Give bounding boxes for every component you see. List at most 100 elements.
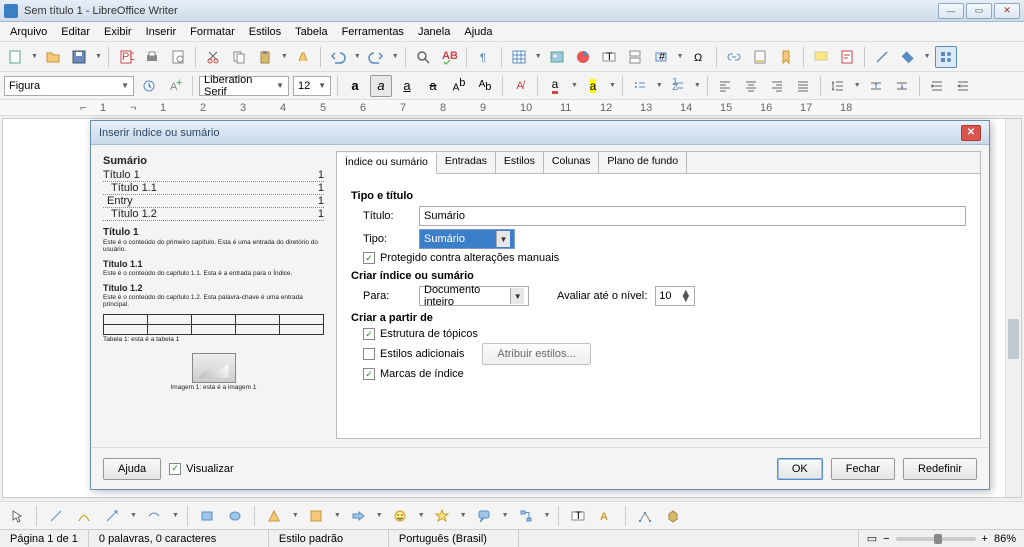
title-input[interactable] [419,206,966,226]
field-icon[interactable]: # [650,46,672,68]
extrusion-icon[interactable] [662,505,684,527]
textbox-icon[interactable]: T [598,46,620,68]
outline-checkbox[interactable]: ✓Estrutura de tópicos [351,328,966,340]
spellcheck-icon[interactable]: ABC [438,46,460,68]
tab-entries[interactable]: Entradas [437,152,496,173]
status-lang[interactable]: Português (Brasil) [389,530,519,547]
menu-estilos[interactable]: Estilos [243,24,287,40]
font-name-combo[interactable]: Liberation Serif▼ [199,76,289,96]
draw-functions-icon[interactable] [935,46,957,68]
fontwork-icon[interactable]: A [595,505,617,527]
page-break-icon[interactable] [624,46,646,68]
formatting-marks-icon[interactable]: ¶ [473,46,495,68]
bold-icon[interactable]: a [344,75,366,97]
menu-ajuda[interactable]: Ajuda [458,24,498,40]
chart-icon[interactable] [572,46,594,68]
paste-icon[interactable] [254,46,276,68]
help-button[interactable]: Ajuda [103,458,161,480]
dialog-close-button[interactable]: ✕ [961,125,981,141]
bookmark-icon[interactable] [775,46,797,68]
export-pdf-icon[interactable]: PDF [115,46,137,68]
close-button[interactable]: ✕ [994,3,1020,19]
assign-styles-button[interactable]: Atribuir estilos... [482,343,590,365]
view-layout-icon[interactable]: ▭ [867,532,877,545]
smiley-icon[interactable] [389,505,411,527]
track-changes-icon[interactable] [836,46,858,68]
footnote-icon[interactable] [749,46,771,68]
open-icon[interactable] [42,46,64,68]
type-select[interactable]: Sumário▼ [419,229,515,249]
menu-formatar[interactable]: Formatar [184,24,241,40]
points-icon[interactable] [634,505,656,527]
star-icon[interactable] [431,505,453,527]
symbol-shapes-icon[interactable] [305,505,327,527]
increase-spacing-icon[interactable] [865,75,887,97]
menu-janela[interactable]: Janela [412,24,456,40]
zoom-value[interactable]: 86% [994,533,1016,545]
increase-indent-icon[interactable] [926,75,948,97]
ok-button[interactable]: OK [777,458,823,480]
tab-columns[interactable]: Colunas [544,152,600,173]
save-icon[interactable] [68,46,90,68]
paragraph-style-combo[interactable]: Figura▼ [4,76,134,96]
update-style-icon[interactable] [138,75,160,97]
line-spacing-icon[interactable] [827,75,849,97]
vertical-scrollbar[interactable] [1005,119,1021,497]
line-tool-icon[interactable] [45,505,67,527]
print-icon[interactable] [141,46,163,68]
hyperlink-icon[interactable] [723,46,745,68]
zoom-slider[interactable] [896,537,976,541]
table-icon[interactable] [508,46,530,68]
reset-button[interactable]: Redefinir [903,458,977,480]
flowchart-icon[interactable] [515,505,537,527]
image-icon[interactable] [546,46,568,68]
curve-tool-icon[interactable] [73,505,95,527]
curve-tool2-icon[interactable] [143,505,165,527]
redo-icon[interactable] [365,46,387,68]
underline-icon[interactable]: a [396,75,418,97]
align-right-icon[interactable] [766,75,788,97]
status-style[interactable]: Estilo padrão [269,530,389,547]
close-button[interactable]: Fechar [831,458,895,480]
block-arrows-icon[interactable] [347,505,369,527]
tab-index[interactable]: Índice ou sumário [337,153,437,174]
copy-icon[interactable] [228,46,250,68]
special-char-icon[interactable]: Ω [688,46,710,68]
preview-checkbox[interactable]: ✓Visualizar [169,463,234,475]
undo-icon[interactable] [327,46,349,68]
line-icon[interactable] [871,46,893,68]
minimize-button[interactable]: — [938,3,964,19]
print-preview-icon[interactable] [167,46,189,68]
find-icon[interactable] [412,46,434,68]
font-color-icon[interactable]: a [544,75,566,97]
line-arrow-icon[interactable] [101,505,123,527]
tab-background[interactable]: Plano de fundo [599,152,687,173]
align-left-icon[interactable] [714,75,736,97]
for-select[interactable]: Documento inteiro▼ [419,286,529,306]
decrease-spacing-icon[interactable] [891,75,913,97]
marks-checkbox[interactable]: ✓Marcas de índice [351,368,966,380]
numbering-icon[interactable]: 12 [667,75,689,97]
clone-formatting-icon[interactable] [292,46,314,68]
menu-ferramentas[interactable]: Ferramentas [336,24,410,40]
status-page[interactable]: Página 1 de 1 [0,530,89,547]
basic-shapes-icon[interactable] [897,46,919,68]
text-box-icon[interactable]: T [567,505,589,527]
tab-styles[interactable]: Estilos [496,152,544,173]
italic-icon[interactable]: a [370,75,392,97]
horizontal-ruler[interactable]: ⌐ 1 ¬ 1 2 3 4 5 6 7 8 9 10 11 12 13 14 1… [0,100,1024,116]
font-size-combo[interactable]: 12▼ [293,76,331,96]
maximize-button[interactable]: ▭ [966,3,992,19]
bullets-icon[interactable] [629,75,651,97]
comment-icon[interactable] [810,46,832,68]
status-zoom[interactable]: ▭ −+ 86% [859,532,1024,545]
menu-editar[interactable]: Editar [55,24,96,40]
menu-inserir[interactable]: Inserir [140,24,183,40]
menu-arquivo[interactable]: Arquivo [4,24,53,40]
superscript-icon[interactable]: Ab [448,75,470,97]
strikethrough-icon[interactable]: a [422,75,444,97]
select-icon[interactable] [6,505,28,527]
rectangle-icon[interactable] [196,505,218,527]
protected-checkbox[interactable]: ✓Protegido contra alterações manuais [351,252,966,264]
new-style-icon[interactable]: A+ [164,75,186,97]
